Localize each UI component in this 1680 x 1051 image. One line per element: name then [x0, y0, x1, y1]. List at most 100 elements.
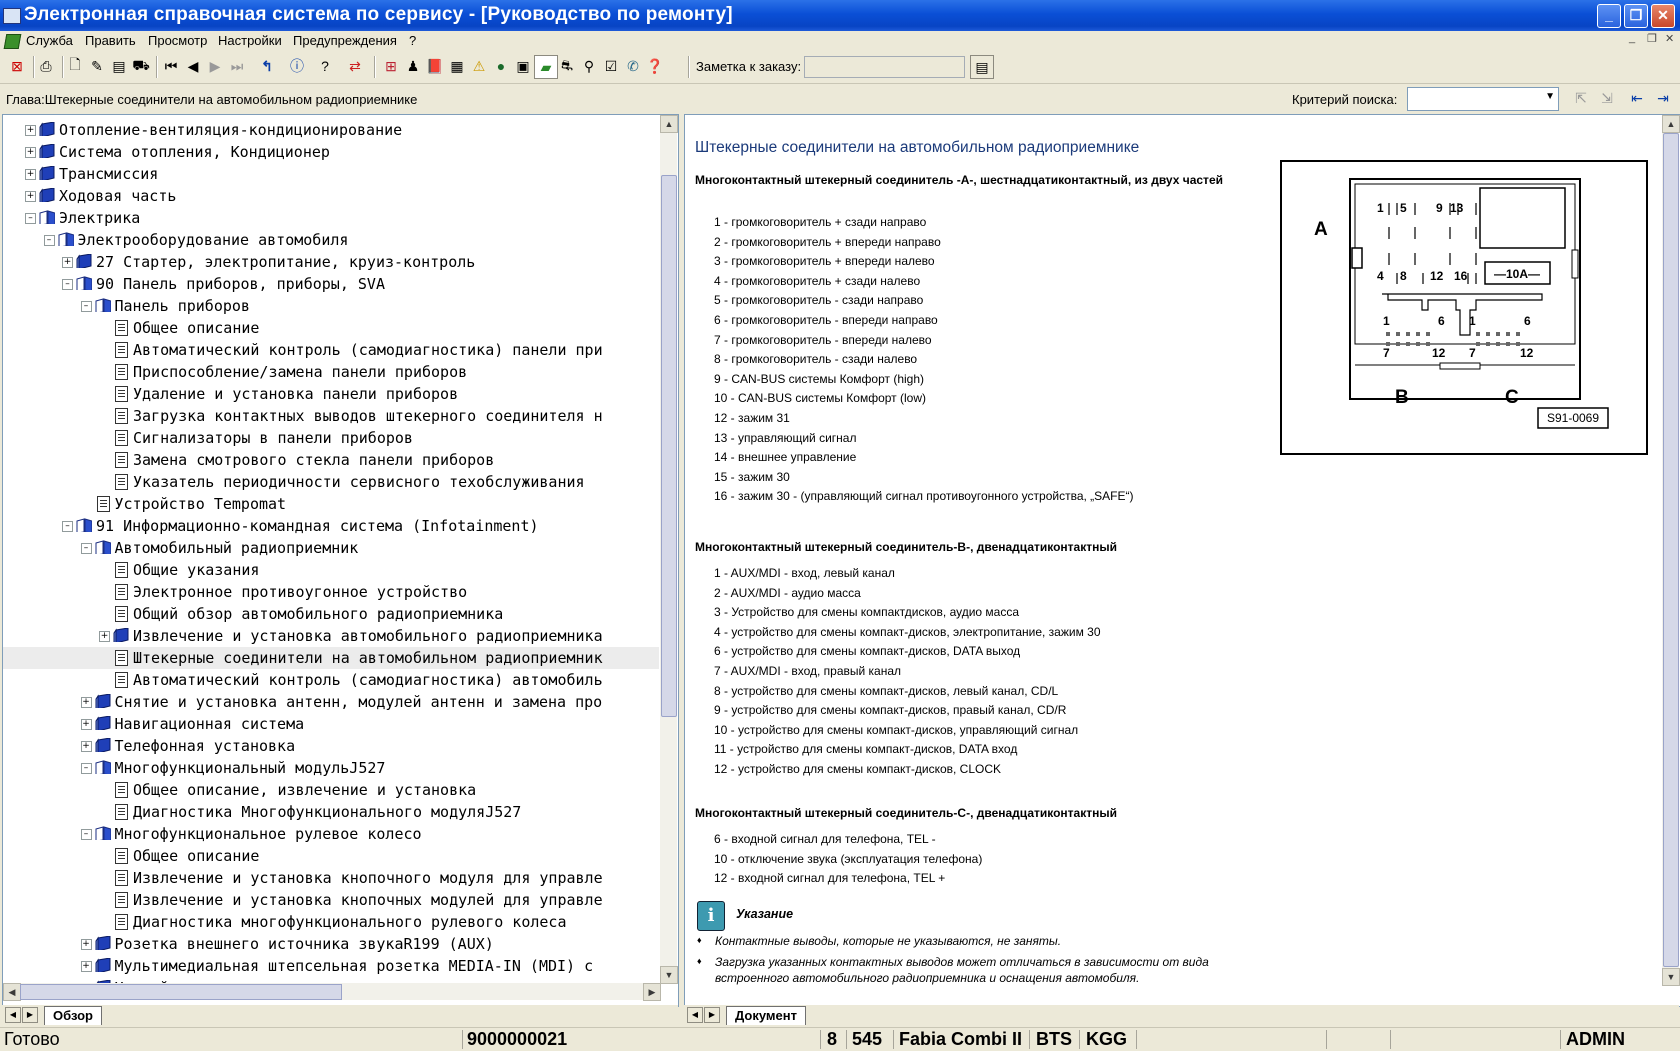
menu-warnings[interactable]: Предупреждения	[293, 33, 397, 48]
expand-icon[interactable]: +	[25, 191, 36, 202]
scroll-left-icon[interactable]: ◀	[3, 983, 21, 1001]
tools-icon[interactable]: ✆	[622, 55, 644, 77]
tree-item[interactable]: – Многофункциональное рулевое колесо	[3, 823, 659, 845]
collapse-icon[interactable]: –	[80, 301, 92, 312]
menu-view[interactable]: Просмотр	[148, 33, 207, 48]
tree-scroll-thumb[interactable]	[661, 175, 677, 717]
tree-item[interactable]: Диагностика Многофункционального модуляJ…	[3, 801, 659, 823]
scroll-up-icon[interactable]: ▲	[660, 115, 678, 133]
chevron-down-icon[interactable]: ▼	[1545, 91, 1555, 102]
person-icon[interactable]: ♟	[402, 55, 424, 77]
tree-item[interactable]: Устройство Tempomat	[3, 493, 659, 515]
collapse-icon[interactable]: –	[43, 235, 55, 246]
expand-icon[interactable]: +	[62, 257, 73, 268]
vehicle-icon[interactable]: ⛟	[130, 55, 152, 77]
document-vertical-scrollbar[interactable]: ▲ ▼	[1662, 115, 1680, 986]
tree-item[interactable]: + Розетка внешнего источника звукаR199 (A…	[3, 933, 659, 955]
collapse-icon[interactable]: –	[25, 213, 36, 224]
tree-item[interactable]: Общее описание	[3, 317, 659, 339]
tree-item[interactable]: – Панель приборов	[3, 295, 659, 317]
swap-icon[interactable]: ⇄	[344, 55, 366, 77]
tree-item[interactable]: + Телефонная установка	[3, 735, 659, 757]
minimize-button[interactable]: _	[1597, 4, 1621, 28]
tab-overview[interactable]: Обзор	[44, 1006, 102, 1025]
menu-settings[interactable]: Настройки	[218, 33, 282, 48]
warning-icon[interactable]: ⚠	[468, 55, 490, 77]
car-icon[interactable]: ⛐	[556, 55, 578, 77]
tab-next-icon[interactable]: ▶	[704, 1007, 720, 1023]
scroll-down-icon[interactable]: ▼	[660, 966, 678, 984]
tree-item[interactable]: Сигнализаторы в панели приборов	[3, 427, 659, 449]
globe-icon[interactable]: ●	[490, 55, 512, 77]
order-note-icon[interactable]: ▤	[970, 55, 994, 79]
tree-item[interactable]: Загрузка контактных выводов штекерного с…	[3, 405, 659, 427]
print-icon[interactable]: ⎙	[35, 55, 57, 77]
help-book-icon[interactable]: ❓	[644, 55, 666, 77]
tree-item[interactable]: Общее описание, извлечение и установка	[3, 779, 659, 801]
checklist-icon[interactable]: ☑	[600, 55, 622, 77]
collapse-icon[interactable]: –	[62, 521, 73, 532]
expand-icon[interactable]: +	[80, 961, 92, 972]
tree-vertical-scrollbar[interactable]: ▲ ▼	[660, 115, 678, 984]
expand-left-icon[interactable]: ⇤	[1626, 87, 1648, 109]
tree-item[interactable]: Приспособление/замена панели приборов	[3, 361, 659, 383]
tree-item[interactable]: – Электрооборудование автомобиля	[3, 229, 659, 251]
collapse-icon[interactable]: –	[62, 279, 73, 290]
scroll-right-icon[interactable]: ▶	[643, 983, 661, 1001]
tree-horizontal-scrollbar[interactable]: ◀ ▶	[3, 983, 661, 1001]
tree-item[interactable]: Общий обзор автомобильного радиоприемник…	[3, 603, 659, 625]
tree-item[interactable]: + Снятие и установка антенн, модулей анте…	[3, 691, 659, 713]
order-note-input[interactable]	[804, 56, 965, 78]
tree-item[interactable]: – Многофункциональный модульJ527	[3, 757, 659, 779]
tree-item[interactable]: Замена смотрового стекла панели приборов	[3, 449, 659, 471]
tree-item[interactable]: + Система отопления, Кондиционер	[3, 141, 659, 163]
tree-item[interactable]: – Электрика	[3, 207, 659, 229]
tree-item[interactable]: Автоматический контроль (самодиагностика…	[3, 669, 659, 691]
mdi-restore-button[interactable]: ❐	[1647, 32, 1657, 45]
tree-item[interactable]: + Навигационная система	[3, 713, 659, 735]
tree-item[interactable]: Общее описание	[3, 845, 659, 867]
tab-prev-icon[interactable]: ◀	[687, 1007, 703, 1023]
last-page-icon[interactable]: ⏭	[226, 55, 248, 77]
mdi-minimize-button[interactable]: _	[1629, 32, 1635, 44]
tree-item[interactable]: Извлечение и установка кнопочного модуля…	[3, 867, 659, 889]
tree-item[interactable]: +27 Стартер, электропитание, круиз-контр…	[3, 251, 659, 273]
expand-icon[interactable]: +	[25, 169, 36, 180]
tab-next-icon[interactable]: ▶	[22, 1007, 38, 1023]
close-button[interactable]: ✕	[1651, 4, 1675, 28]
tree-item[interactable]: – 90 Панель приборов, приборы, SVA	[3, 273, 659, 295]
module-icon[interactable]: ⊞	[380, 55, 402, 77]
search-criteria-dropdown[interactable]: ▼	[1407, 87, 1559, 111]
app-icon[interactable]	[3, 8, 21, 24]
tree-item[interactable]: Диагностика многофункционального рулевог…	[3, 911, 659, 933]
tree-item[interactable]: Штекерные соединители на автомобильном р…	[3, 647, 659, 669]
repair-manual-icon[interactable]: ▰	[534, 55, 558, 79]
tree-item[interactable]: + Отопление-вентиляция-кондиционирование	[3, 119, 659, 141]
mdi-close-button[interactable]: ✕	[1665, 32, 1674, 45]
tab-prev-icon[interactable]: ◀	[5, 1007, 21, 1023]
first-page-icon[interactable]: ⏮	[160, 55, 182, 77]
expand-icon[interactable]: +	[80, 697, 92, 708]
previous-page-icon[interactable]: ◀	[182, 55, 204, 77]
expand-icon[interactable]: +	[80, 939, 92, 950]
expand-icon[interactable]: +	[80, 741, 92, 752]
books-icon[interactable]: 📕	[424, 55, 446, 77]
tree-item[interactable]: Автоматический контроль (самодиагностика…	[3, 339, 659, 361]
exit-icon[interactable]: ⊠	[6, 55, 28, 77]
tree-item[interactable]: Электронное противоугонное устройство	[3, 581, 659, 603]
search-car-icon[interactable]: ⚲	[578, 55, 600, 77]
tree-item[interactable]: + Ходовая часть	[3, 185, 659, 207]
title-bar[interactable]: Электронная справочная система по сервис…	[0, 0, 1680, 31]
collapse-icon[interactable]: –	[80, 829, 92, 840]
next-page-icon[interactable]: ▶	[204, 55, 226, 77]
save-icon[interactable]: ▣	[512, 55, 534, 77]
tree-item[interactable]: Указатель периодичности сервисного техоб…	[3, 471, 659, 493]
edit-document-icon[interactable]: ✎	[86, 55, 108, 77]
menu-service[interactable]: Служба	[26, 33, 73, 48]
menu-edit[interactable]: Править	[85, 33, 136, 48]
tree-item[interactable]: + Извлечение и установка автомобильного р…	[3, 625, 659, 647]
expand-icon[interactable]: +	[25, 147, 36, 158]
tree-item[interactable]: Удаление и установка панели приборов	[3, 383, 659, 405]
tree-item[interactable]: Извлечение и установка кнопочных модулей…	[3, 889, 659, 911]
collapse-icon[interactable]: –	[80, 763, 92, 774]
